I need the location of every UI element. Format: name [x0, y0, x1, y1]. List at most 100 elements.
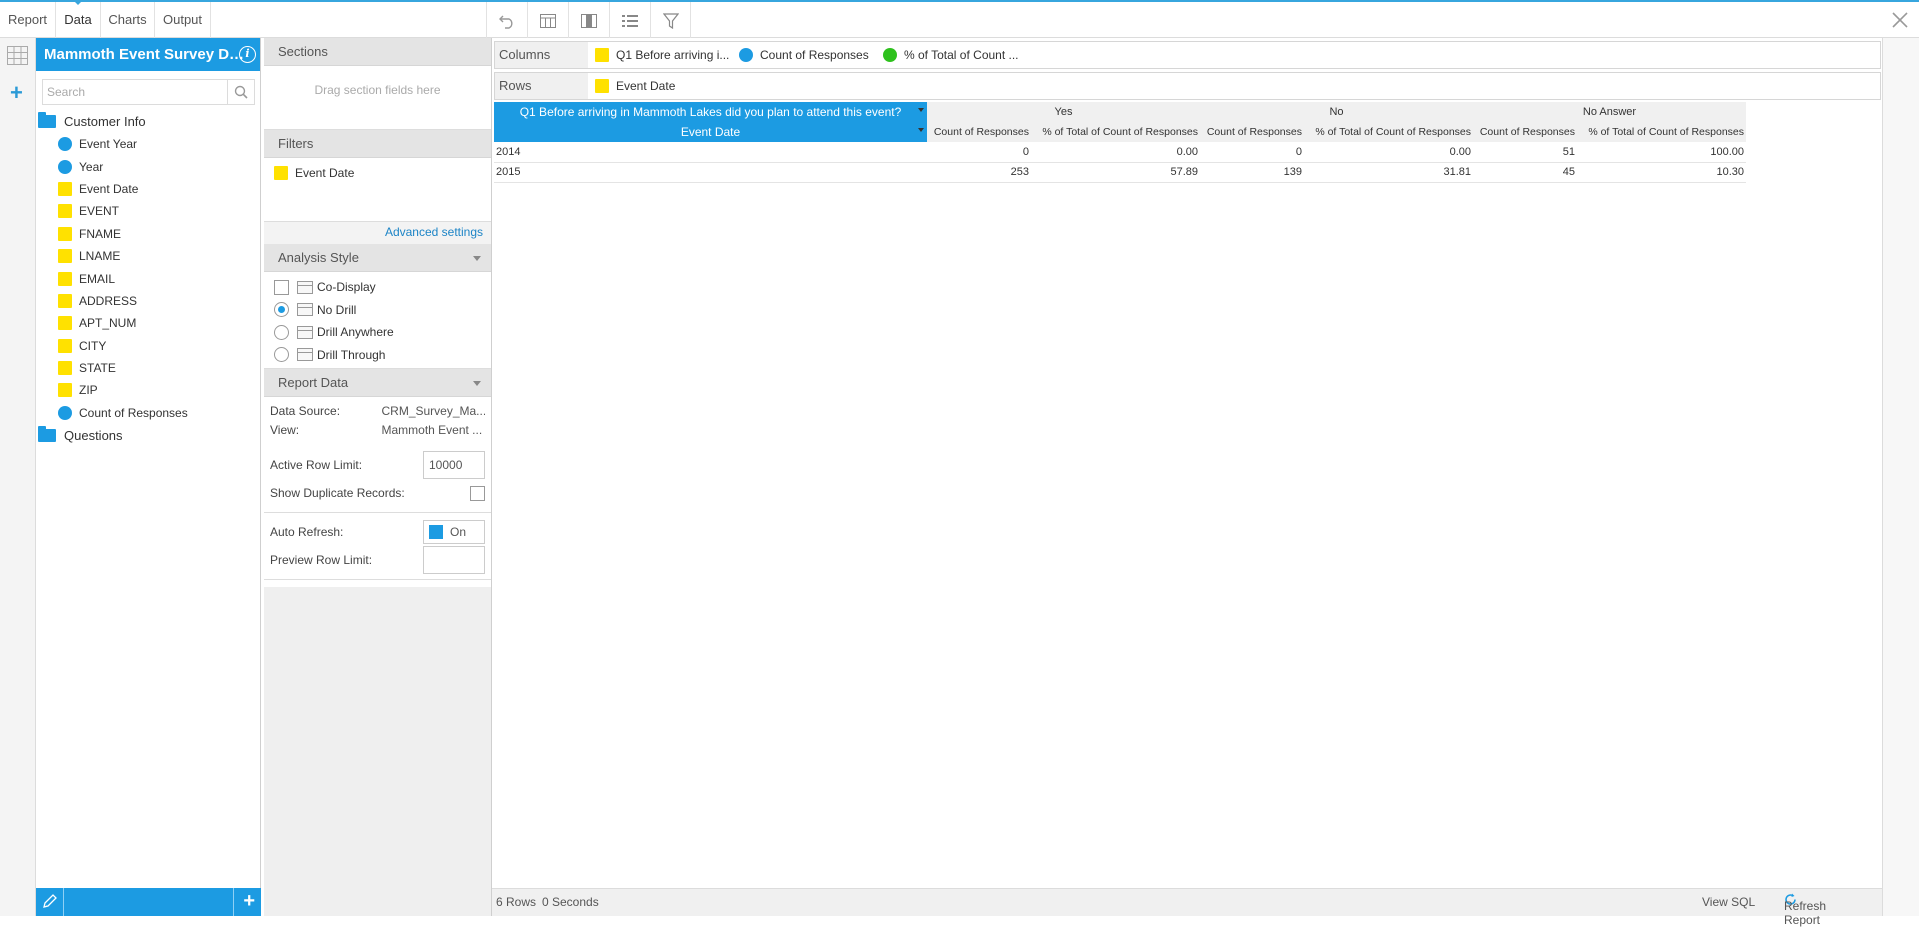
- metric-icon: [58, 137, 72, 152]
- undo-button[interactable]: [486, 2, 527, 39]
- field-item[interactable]: Event Date: [36, 178, 261, 200]
- view-value: Mammoth Event ...: [381, 422, 483, 437]
- column-chip-label: Q1 Before arriving i...: [616, 48, 730, 62]
- column-chip-percent[interactable]: % of Total of Count ...: [883, 42, 1019, 68]
- field-label: LNAME: [79, 249, 121, 264]
- tab-charts[interactable]: Charts: [101, 2, 155, 38]
- table-cell: 139: [1200, 162, 1304, 183]
- show-duplicates-checkbox[interactable]: [470, 485, 485, 501]
- dimension-icon: [58, 383, 72, 398]
- field-item[interactable]: STATE: [36, 357, 261, 379]
- advanced-settings-link[interactable]: Advanced settings: [264, 222, 491, 244]
- filter-button[interactable]: [650, 2, 691, 39]
- co-display-checkbox[interactable]: [274, 279, 289, 295]
- dimension-icon: [58, 316, 72, 331]
- search-button[interactable]: [228, 79, 255, 105]
- filter-item[interactable]: Event Date: [274, 166, 481, 180]
- field-item[interactable]: EVENT: [36, 200, 261, 222]
- field-item[interactable]: ZIP: [36, 379, 261, 401]
- metric-icon: [58, 405, 72, 420]
- co-display-option[interactable]: Co-Display: [274, 276, 481, 299]
- preview-row-limit-row: Preview Row Limit:: [270, 546, 485, 574]
- field-item[interactable]: Count of Responses: [36, 402, 261, 424]
- dimension-icon: [58, 338, 72, 353]
- table-cell: 0.00: [1304, 142, 1473, 163]
- right-scroll-area[interactable]: [1882, 38, 1919, 916]
- no-drill-option[interactable]: No Drill: [274, 299, 481, 322]
- sub-header: % of Total of Count of Responses: [1031, 122, 1200, 142]
- row-chip-event-date[interactable]: Event Date: [595, 73, 675, 99]
- tab-output[interactable]: Output: [155, 2, 211, 38]
- field-item[interactable]: FNAME: [36, 223, 261, 245]
- question-header[interactable]: Q1 Before arriving in Mammoth Lakes did …: [494, 102, 927, 122]
- field-item[interactable]: ADDRESS: [36, 290, 261, 312]
- chevron-down-icon: [473, 381, 481, 386]
- columns-shelf[interactable]: Columns Q1 Before arriving i... Count of…: [494, 41, 1881, 69]
- preview-row-limit-input[interactable]: [423, 546, 485, 574]
- field-label: ZIP: [79, 383, 98, 398]
- rows-label: Rows: [495, 73, 588, 99]
- drill-through-radio[interactable]: [274, 347, 289, 363]
- edit-icon[interactable]: [41, 892, 59, 910]
- drill-anywhere-radio[interactable]: [274, 324, 289, 340]
- report-data-box: Data Source: CRM_Survey_Ma... View: Mamm…: [264, 397, 491, 587]
- view-sql-link[interactable]: View SQL: [1702, 895, 1755, 909]
- folder-0[interactable]: Customer Info: [36, 110, 261, 133]
- drill-anywhere-option[interactable]: Drill Anywhere: [274, 321, 481, 344]
- show-duplicates-row: Show Duplicate Records:: [270, 479, 485, 507]
- sections-title: Sections: [264, 38, 491, 66]
- auto-refresh-toggle[interactable]: On: [423, 520, 485, 544]
- field-item[interactable]: EMAIL: [36, 267, 261, 289]
- folder-icon: [38, 112, 56, 128]
- metric-icon: [58, 159, 72, 174]
- drill-through-option[interactable]: Drill Through: [274, 344, 481, 367]
- add-icon[interactable]: +: [10, 82, 23, 104]
- column-chip-question[interactable]: Q1 Before arriving i...: [595, 42, 729, 68]
- table-cell: 57.89: [1031, 162, 1200, 183]
- grid-icon[interactable]: [7, 46, 28, 65]
- sub-header: % of Total of Count of Responses: [1577, 122, 1746, 142]
- sections-dropzone[interactable]: Drag section fields here: [264, 66, 491, 130]
- dimension-icon: [58, 249, 72, 264]
- info-icon[interactable]: i: [239, 46, 256, 63]
- field-item[interactable]: LNAME: [36, 245, 261, 267]
- report-data-title[interactable]: Report Data: [264, 369, 491, 397]
- add-field-button[interactable]: +: [243, 890, 255, 913]
- table-layout-button[interactable]: [527, 2, 568, 39]
- search-input[interactable]: Search: [42, 79, 228, 105]
- tab-data[interactable]: Data: [56, 0, 101, 38]
- field-item[interactable]: Event Year: [36, 133, 261, 155]
- show-duplicates-label: Show Duplicate Records:: [270, 486, 405, 500]
- refresh-report-label: Refresh Report: [1784, 899, 1827, 927]
- rows-shelf[interactable]: Rows Event Date: [494, 72, 1881, 100]
- folder-1[interactable]: Questions: [36, 424, 261, 447]
- field-item[interactable]: Year: [36, 155, 261, 177]
- list-button[interactable]: [609, 2, 650, 39]
- elapsed-time: 0 Seconds: [542, 895, 599, 909]
- field-item[interactable]: CITY: [36, 335, 261, 357]
- analysis-style-title[interactable]: Analysis Style: [264, 244, 491, 272]
- dimension-icon: [58, 226, 72, 241]
- top-toolbar: Report Data Charts Output: [0, 0, 1919, 39]
- active-row-limit-input[interactable]: 10000: [423, 451, 485, 479]
- pivot-button[interactable]: [568, 2, 609, 39]
- table-cell: 100.00: [1577, 142, 1746, 163]
- view-label: View:: [270, 422, 300, 437]
- table-cell: 0: [927, 142, 1031, 163]
- co-display-label: Co-Display: [317, 280, 376, 295]
- dimension-icon: [58, 181, 72, 196]
- sort-icon[interactable]: [918, 128, 924, 132]
- filters-box[interactable]: Event Date: [264, 158, 491, 222]
- column-chip-count[interactable]: Count of Responses: [739, 42, 869, 68]
- dimension-icon: [58, 361, 72, 376]
- sort-icon[interactable]: [918, 108, 924, 112]
- table-row: 2015 253 57.89 139 31.81 45 10.30: [494, 162, 1746, 183]
- row-header[interactable]: Event Date: [494, 122, 927, 142]
- row-label: 2014: [494, 142, 927, 163]
- close-icon[interactable]: [1891, 11, 1909, 29]
- field-item[interactable]: APT_NUM: [36, 312, 261, 334]
- no-drill-radio[interactable]: [274, 302, 289, 318]
- tab-report[interactable]: Report: [0, 2, 56, 38]
- active-row-limit-row: Active Row Limit: 10000: [270, 451, 485, 479]
- refresh-report-button[interactable]: Refresh Report: [1784, 893, 1826, 927]
